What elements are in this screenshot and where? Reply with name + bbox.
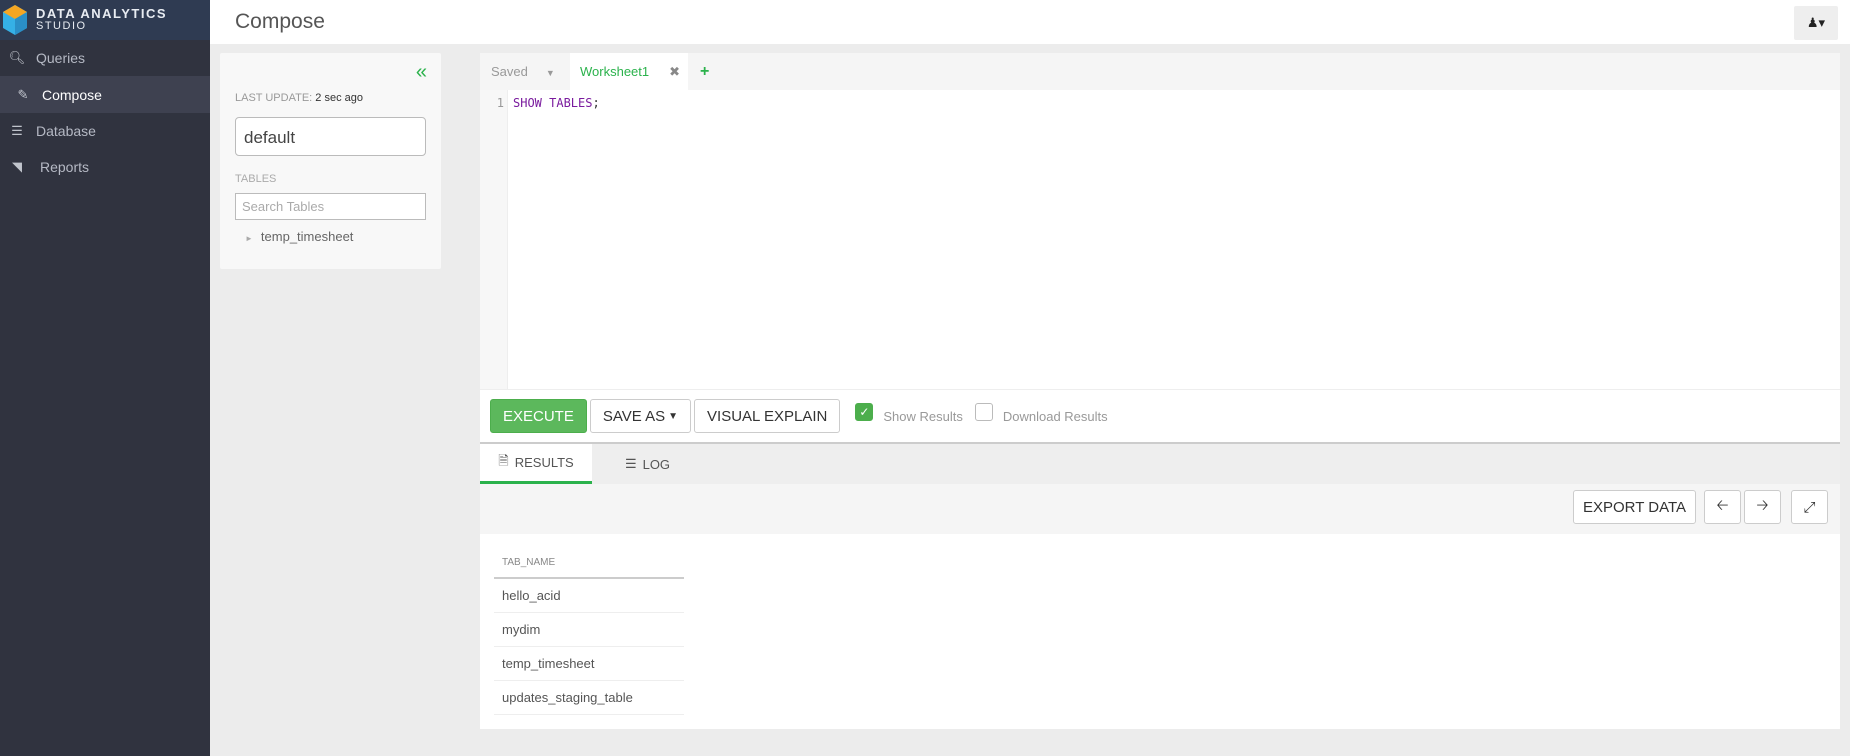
show-results-label: Show Results: [883, 408, 963, 424]
table-name: temp_timesheet: [260, 229, 354, 244]
sidebar-item-database[interactable]: ☰ Database: [0, 113, 210, 149]
table-row: hello_acid: [494, 578, 684, 613]
search-tables-input[interactable]: Search Tables: [235, 193, 426, 220]
edit-icon: ✎: [17, 86, 29, 102]
tab-label: RESULTS: [514, 455, 574, 470]
results-table: TAB_NAME hello_acid mydim temp_timesheet…: [494, 548, 684, 715]
results-panel: 🗎︎ RESULTS ☰ LOG EXPORT DATA 🡠 🡢 ⤢ TAB_NAM…: [480, 444, 1840, 729]
tab-results[interactable]: 🗎︎ RESULTS: [480, 444, 592, 484]
download-results-checkbox[interactable]: [974, 403, 993, 421]
database-panel: « LAST UPDATE: 2 sec ago default TABLES …: [220, 53, 441, 269]
sidebar-item-label: Reports: [40, 159, 90, 175]
previous-page-button[interactable]: 🡠: [1704, 490, 1741, 524]
table-row: updates_staging_table: [494, 680, 684, 715]
tab-label: LOG: [642, 456, 671, 472]
sidebar-item-queries[interactable]: 🔍︎ Queries: [0, 40, 210, 76]
export-data-button[interactable]: EXPORT DATA: [1573, 490, 1696, 524]
tab-worksheet1[interactable]: Worksheet1 ✖: [570, 53, 688, 90]
saved-label: Saved: [491, 64, 528, 79]
visual-explain-button[interactable]: VISUAL EXPLAIN: [694, 399, 841, 433]
logo[interactable]: DATA ANALYTICS STUDIO: [0, 0, 210, 40]
collapse-panel-icon[interactable]: «: [416, 61, 427, 84]
code-keyword: SHOW TABLES: [513, 96, 593, 110]
last-update-value: 2 sec ago: [315, 92, 363, 104]
query-editor-panel: Saved ▼ Worksheet1 ✖ + 1 SHOW TABLES; EXEC…: [480, 53, 1840, 444]
next-page-button[interactable]: 🡢: [1744, 490, 1781, 524]
download-results-label: Download Results: [1002, 408, 1108, 424]
execute-button[interactable]: EXECUTE: [490, 399, 587, 433]
saved-dropdown[interactable]: Saved ▼: [480, 64, 570, 79]
table-cell: hello_acid: [494, 578, 684, 613]
list-icon: ☰: [624, 456, 637, 471]
close-icon[interactable]: ✖: [669, 64, 680, 80]
arrow-right-icon: 🡢: [1756, 496, 1769, 514]
expand-button[interactable]: ⤢: [1791, 490, 1828, 524]
caret-right-icon: ►: [245, 234, 253, 243]
user-menu-button[interactable]: ♟▾: [1794, 6, 1838, 40]
add-worksheet-icon[interactable]: +: [700, 63, 709, 81]
code-punct: ;: [592, 96, 600, 110]
line-gutter: 1: [480, 90, 508, 389]
table-cell: mydim: [494, 612, 684, 647]
database-selector[interactable]: default: [235, 117, 426, 156]
worksheet-tabs: Saved ▼ Worksheet1 ✖ +: [480, 53, 1840, 90]
file-icon: 🗎︎: [498, 452, 509, 468]
caret-down-icon: ▼: [545, 68, 555, 78]
user-icon: ♟▾: [1806, 15, 1826, 30]
table-item[interactable]: ► temp_timesheet: [245, 229, 353, 244]
tab-label: Worksheet1: [580, 64, 650, 79]
expand-icon: ⤢: [1803, 498, 1816, 516]
page-title: Compose: [235, 10, 325, 33]
area-chart-icon: ◥: [12, 159, 22, 174]
tab-log[interactable]: ☰ LOG: [592, 444, 703, 484]
save-as-label: SAVE AS: [602, 407, 666, 425]
database-icon: ☰: [11, 123, 23, 138]
table-cell: updates_staging_table: [494, 680, 684, 715]
tables-label: TABLES: [235, 173, 277, 185]
search-icon: 🔍︎: [8, 50, 26, 65]
sidebar-item-compose[interactable]: ✎ Compose: [0, 76, 210, 113]
sidebar-item-reports[interactable]: ◥ Reports: [0, 149, 210, 185]
logo-icon: [3, 5, 27, 35]
table-row: mydim: [494, 612, 684, 647]
arrow-left-icon: 🡠: [1716, 496, 1729, 514]
table-cell: temp_timesheet: [494, 646, 684, 681]
app-subtitle: STUDIO: [36, 20, 87, 32]
sidebar-item-label: Database: [36, 123, 96, 139]
sidebar: DATA ANALYTICS STUDIO 🔍︎ Queries ✎ Compose …: [0, 0, 210, 756]
header: Compose ♟▾: [210, 0, 1850, 44]
app-title: DATA ANALYTICS: [36, 6, 168, 21]
table-row: temp_timesheet: [494, 646, 684, 681]
code-editor[interactable]: SHOW TABLES;: [513, 96, 600, 110]
sidebar-item-label: Compose: [42, 86, 102, 103]
column-header: TAB_NAME: [494, 548, 684, 579]
show-results-checkbox[interactable]: ✓: [855, 403, 874, 421]
save-as-button[interactable]: SAVE AS ▼: [589, 399, 692, 433]
query-toolbar: EXECUTE SAVE AS ▼ VISUAL EXPLAIN ✓ Show R…: [480, 389, 1840, 444]
last-update-label: LAST UPDATE:: [235, 92, 313, 104]
last-update: LAST UPDATE: 2 sec ago: [235, 92, 363, 104]
sidebar-item-label: Queries: [36, 50, 86, 66]
caret-down-icon: ▼: [668, 410, 679, 422]
